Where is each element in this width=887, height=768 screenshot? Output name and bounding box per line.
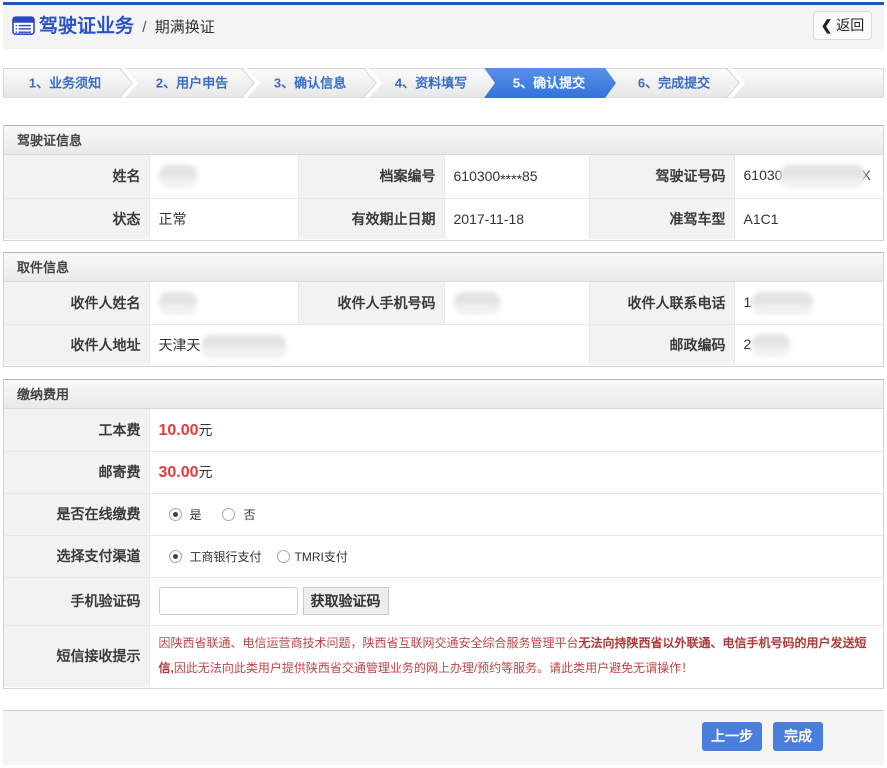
svg-text:4、资料填写: 4、资料填写: [395, 76, 467, 91]
svg-text:1、业务须知: 1、业务须知: [29, 76, 101, 91]
svg-text:6、完成提交: 6、完成提交: [638, 76, 710, 91]
svg-text:2、用户申告: 2、用户申告: [156, 76, 228, 91]
svg-text:3、确认信息: 3、确认信息: [274, 76, 346, 91]
svg-text:5、确认提交: 5、确认提交: [513, 76, 585, 91]
